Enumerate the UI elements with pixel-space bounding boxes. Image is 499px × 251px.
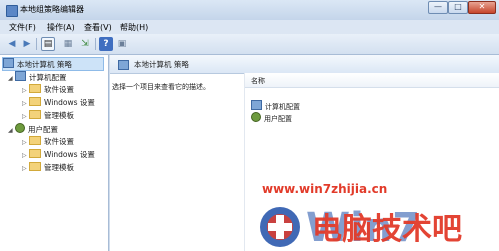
back-arrow-icon[interactable]: ◀ xyxy=(5,37,19,51)
close-button[interactable]: ✕ xyxy=(468,1,496,14)
collapsed-icon[interactable]: ▷ xyxy=(22,163,29,175)
tree-item-label: 用户配置 xyxy=(28,125,58,134)
tree-item-user-admin-templates[interactable]: ▷ 管理模板 xyxy=(22,162,74,174)
app-icon xyxy=(6,5,18,17)
menu-bar: 文件(F) 操作(A) 查看(V) 帮助(H) xyxy=(0,20,499,34)
tree-item-label: 计算机配置 xyxy=(29,73,67,82)
user-icon xyxy=(15,123,25,133)
folder-icon xyxy=(29,110,41,119)
tree-item-label: 本地计算机 策略 xyxy=(17,60,72,69)
description-text: 选择一个项目来查看它的描述。 xyxy=(112,83,210,91)
tree-item-user-config[interactable]: ◢ 用户配置 xyxy=(8,123,58,135)
column-header[interactable]: 名称 xyxy=(245,73,499,88)
show-tree-icon[interactable]: ▤ xyxy=(41,37,55,51)
export-icon[interactable]: ⇲ xyxy=(78,37,92,51)
properties-icon[interactable]: ▦ xyxy=(61,37,75,51)
folder-icon xyxy=(29,84,41,93)
watermark-url: www.win7zhijia.cn xyxy=(262,182,388,196)
list-item-user-config[interactable]: 用户配置 xyxy=(251,112,292,123)
menu-view[interactable]: 查看(V) xyxy=(84,22,112,33)
tree-item-root[interactable]: 本地计算机 策略 xyxy=(2,57,104,71)
folder-icon xyxy=(29,136,41,145)
column-name-label: 名称 xyxy=(251,77,265,85)
list-item-label: 用户配置 xyxy=(264,115,292,123)
expanded-icon[interactable]: ◢ xyxy=(8,125,15,137)
minimize-button[interactable]: — xyxy=(428,1,448,14)
details-title: 本地计算机 策略 xyxy=(134,60,189,69)
tree-item-software-settings[interactable]: ▷ 软件设置 xyxy=(22,84,74,96)
computer-icon xyxy=(15,71,26,81)
computer-icon xyxy=(251,100,262,110)
list-item-computer-config[interactable]: 计算机配置 xyxy=(251,100,300,111)
help-icon[interactable]: ? xyxy=(99,37,113,51)
collapsed-icon[interactable]: ▷ xyxy=(22,98,29,110)
tree-item-label: 管理模板 xyxy=(44,163,74,172)
tree-item-admin-templates[interactable]: ▷ 管理模板 xyxy=(22,110,74,122)
list-item-label: 计算机配置 xyxy=(265,103,300,111)
folder-icon xyxy=(29,149,41,158)
tree-item-computer-config[interactable]: ◢ 计算机配置 xyxy=(8,71,67,83)
menu-help[interactable]: 帮助(H) xyxy=(120,22,148,33)
tree-item-label: 软件设置 xyxy=(44,85,74,94)
view-icon[interactable]: ▣ xyxy=(115,37,129,51)
collapsed-icon[interactable]: ▷ xyxy=(22,85,29,97)
tree-item-user-windows-settings[interactable]: ▷ Windows 设置 xyxy=(22,149,95,161)
tree-item-windows-settings[interactable]: ▷ Windows 设置 xyxy=(22,97,95,109)
navigation-tree: 本地计算机 策略 ◢ 计算机配置 ▷ 软件设置 ▷ Windows 设置 ▷ 管理模板 … xyxy=(0,55,109,251)
tree-item-label: Windows 设置 xyxy=(44,98,95,107)
tree-item-label: 软件设置 xyxy=(44,137,74,146)
watermark-brand: 电脑技术吧 xyxy=(312,212,462,247)
expanded-icon[interactable]: ◢ xyxy=(8,73,15,85)
toolbar: ◀ ▶ ▤ ▦ ⇲ ? ▣ xyxy=(0,34,499,55)
tree-item-label: Windows 设置 xyxy=(44,150,95,159)
menu-action[interactable]: 操作(A) xyxy=(47,22,75,33)
user-icon xyxy=(251,112,261,122)
menu-file[interactable]: 文件(F) xyxy=(9,22,36,33)
policy-icon xyxy=(3,58,14,68)
window-title: 本地组策略编辑器 xyxy=(20,5,84,14)
toolbar-separator xyxy=(95,38,96,50)
tree-item-user-software-settings[interactable]: ▷ 软件设置 xyxy=(22,136,74,148)
tree-item-label: 管理模板 xyxy=(44,111,74,120)
collapsed-icon[interactable]: ▷ xyxy=(22,111,29,123)
details-header: 本地计算机 策略 xyxy=(110,55,499,74)
folder-icon xyxy=(29,162,41,171)
toolbar-separator xyxy=(36,38,37,50)
policy-icon xyxy=(118,60,129,70)
maximize-button[interactable]: □ xyxy=(448,1,468,14)
collapsed-icon[interactable]: ▷ xyxy=(22,150,29,162)
folder-icon xyxy=(29,97,41,106)
title-bar: 本地组策略编辑器 — □ ✕ xyxy=(0,0,499,20)
collapsed-icon[interactable]: ▷ xyxy=(22,137,29,149)
forward-arrow-icon[interactable]: ▶ xyxy=(20,37,34,51)
